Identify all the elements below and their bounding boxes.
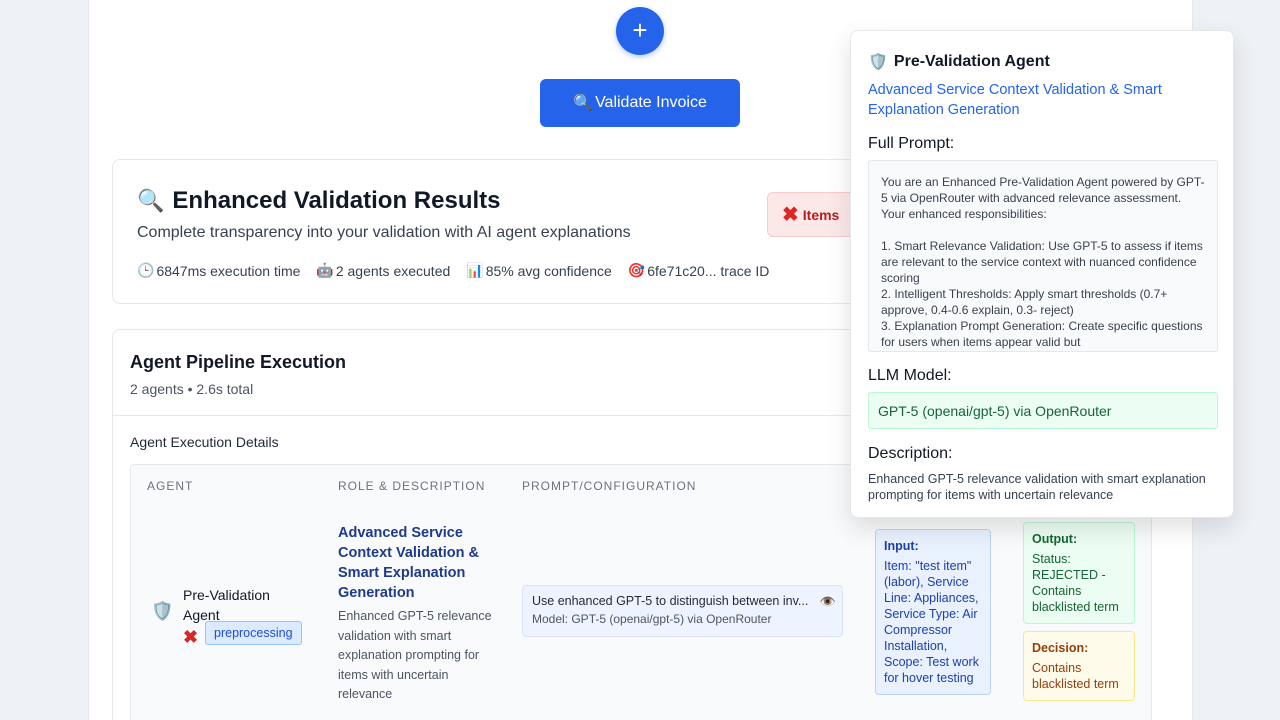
role-title: Advanced Service Context Validation & Sm… xyxy=(338,525,479,601)
results-subtitle: Complete transparency into your validati… xyxy=(137,224,631,241)
pipeline-meta: 2 agents • 2.6s total xyxy=(130,381,254,397)
metrics-row: 🕒 6847ms execution time 🤖 2 agents execu… xyxy=(137,262,769,279)
add-button[interactable]: + xyxy=(616,7,664,55)
prompt-model: Model: GPT-5 (openai/gpt-5) via OpenRout… xyxy=(532,612,772,626)
column-header-prompt: PROMPT/CONFIGURATION xyxy=(522,479,697,493)
magnifier-icon: 🔍 xyxy=(573,95,594,112)
pipeline-title: Agent Pipeline Execution xyxy=(130,352,347,372)
llm-model-label: LLM Model: xyxy=(868,367,952,384)
agent-name: Pre-Validation Agent xyxy=(183,587,270,623)
metric-text: 6847ms execution time xyxy=(156,262,301,279)
decision-box: Decision: Contains blacklisted term xyxy=(1023,631,1135,701)
chart-icon: 📊 xyxy=(466,262,484,278)
decision-label: Decision: xyxy=(1032,641,1089,655)
decision-text: Contains blacklisted term xyxy=(1032,661,1119,691)
robot-icon: 🤖 xyxy=(316,262,334,278)
results-heading: 🔍 Enhanced Validation Results xyxy=(137,187,500,215)
shield-icon: 🛡️ xyxy=(868,54,888,71)
validate-invoice-button[interactable]: 🔍 Validate Invoice xyxy=(540,79,740,127)
target-icon: 🎯 xyxy=(627,262,646,278)
metric-text: 85% avg confidence xyxy=(485,262,612,279)
output-box: Output: Status: REJECTED - Contains blac… xyxy=(1023,522,1135,624)
validate-invoice-label: Validate Invoice xyxy=(595,94,707,111)
output-label: Output: xyxy=(1032,532,1078,546)
column-header-agent: AGENT xyxy=(147,479,194,493)
metric-execution-time: 🕒 6847ms execution time xyxy=(137,262,300,279)
tooltip-subtitle: Advanced Service Context Validation & Sm… xyxy=(868,82,1162,118)
full-prompt-label: Full Prompt: xyxy=(868,135,955,152)
execution-details-title: Agent Execution Details xyxy=(130,434,279,450)
metric-text: 2 agents executed xyxy=(335,262,451,279)
cross-icon: ✖ xyxy=(782,204,799,226)
llm-model-value: GPT-5 (openai/gpt-5) via OpenRouter xyxy=(868,392,1218,429)
metric-agents: 🤖 2 agents executed xyxy=(316,262,450,279)
input-box: Input: Item: "test item" (labor), Servic… xyxy=(875,529,991,695)
metric-confidence: 📊 85% avg confidence xyxy=(466,262,612,279)
status-badge-label: Items xyxy=(802,206,840,223)
full-prompt-box[interactable]: You are an Enhanced Pre-Validation Agent… xyxy=(868,160,1218,352)
clock-icon: 🕒 xyxy=(137,262,155,278)
agent-details-tooltip: 🛡️ Pre-Validation Agent Advanced Service… xyxy=(850,30,1234,518)
role-cell: Advanced Service Context Validation & Sm… xyxy=(338,523,498,705)
input-label: Input: xyxy=(884,539,919,553)
input-text: Item: "test item" (labor), Service Line:… xyxy=(884,559,979,685)
prompt-config-cell[interactable]: Use enhanced GPT-5 to distinguish betwee… xyxy=(522,585,843,637)
stage-badge: preprocessing xyxy=(205,621,302,645)
output-text: Status: REJECTED - Contains blacklisted … xyxy=(1032,552,1119,614)
magnifier-icon: 🔍 xyxy=(137,188,165,213)
tooltip-title-text: Pre-Validation Agent xyxy=(893,53,1050,70)
description-text: Enhanced GPT-5 relevance validation with… xyxy=(868,472,1206,502)
description-label: Description: xyxy=(868,445,953,462)
results-title: Enhanced Validation Results xyxy=(172,187,501,214)
column-header-role: ROLE & DESCRIPTION xyxy=(338,479,486,493)
prompt-preview: Use enhanced GPT-5 to distinguish betwee… xyxy=(532,594,809,608)
rejected-icon: ✖ xyxy=(183,627,199,647)
tooltip-title: 🛡️ Pre-Validation Agent xyxy=(868,52,1050,72)
metric-text: 6fe71c20... trace ID xyxy=(647,262,770,279)
role-description: Enhanced GPT-5 relevance validation with… xyxy=(338,609,492,701)
eye-icon[interactable]: 👁️ xyxy=(820,594,836,610)
table-row: 🛡️ Pre-Validation Agent ✖ preprocessing xyxy=(131,509,321,719)
shield-icon: 🛡️ xyxy=(151,601,174,621)
metric-trace-id: 🎯 6fe71c20... trace ID xyxy=(628,262,770,279)
